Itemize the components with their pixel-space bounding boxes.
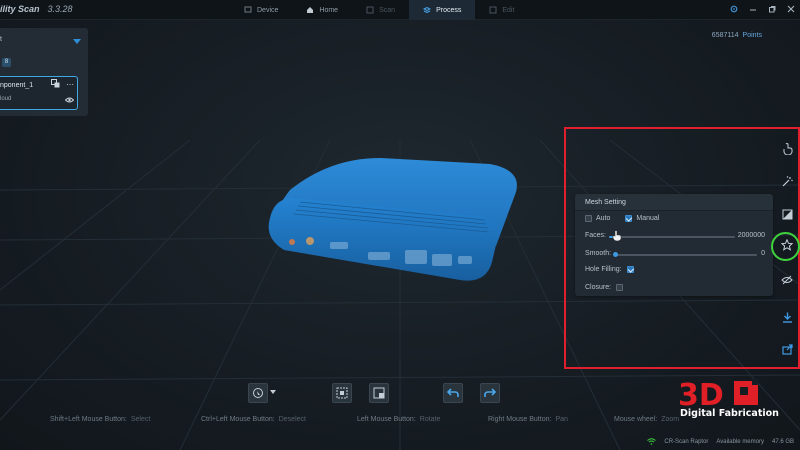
settings-icon[interactable]	[729, 4, 739, 14]
tab-label: Process	[436, 6, 462, 14]
edit-icon	[489, 6, 497, 14]
hint-key: Left Mouse Button:	[357, 416, 416, 423]
memory-label: Available memory	[716, 438, 764, 445]
more-icon[interactable]: ⋯	[66, 80, 74, 89]
tab-label: Device	[257, 6, 279, 14]
tab-edit[interactable]: Edit	[475, 0, 528, 20]
tab-process[interactable]: Process	[409, 0, 476, 20]
redo-icon	[484, 388, 496, 397]
undo-icon	[447, 388, 459, 397]
tab-label: Scan	[379, 6, 396, 14]
device-icon	[244, 6, 252, 13]
status-info: CR-Scan Raptor Available memory 47.6 GB	[647, 438, 794, 445]
window-controls	[729, 4, 796, 14]
deselect-area-button[interactable]	[369, 383, 389, 403]
chevron-down-icon[interactable]	[270, 390, 276, 394]
hint-select: Shift+Left Mouse Button: Select	[50, 416, 150, 423]
brand-watermark: 3D Digital Fabrication	[676, 375, 786, 419]
hint-deselect: Ctrl+Left Mouse Button: Deselect	[201, 416, 306, 423]
chevron-down-icon	[73, 39, 81, 44]
tab-scan[interactable]: Scan	[352, 0, 409, 20]
app-title: ility Scan 3.3.28	[0, 4, 73, 14]
title-bar: ility Scan 3.3.28 Device Home Scan Proces…	[0, 0, 800, 20]
brand-logo: 3D Digital Fabrication	[678, 378, 779, 419]
maximize-icon[interactable]	[767, 4, 777, 14]
home-icon	[307, 7, 314, 13]
tab-device[interactable]: Device	[230, 0, 292, 20]
component-name: nponent_1	[0, 82, 34, 89]
points-label: Points	[742, 32, 762, 39]
brand-subtitle: Digital Fabrication	[680, 408, 779, 419]
scan-icon	[366, 6, 374, 14]
process-icon	[423, 6, 432, 14]
hint-action: Deselect	[278, 416, 306, 423]
hint-key: Right Mouse Button:	[488, 416, 552, 423]
hint-key: Mouse wheel:	[614, 416, 658, 423]
tab-home[interactable]: Home	[292, 0, 352, 20]
minimize-icon[interactable]	[748, 4, 758, 14]
main-tabs: Device Home Scan Process Edit	[230, 0, 528, 20]
select-area-button[interactable]	[332, 383, 352, 403]
merge-icon[interactable]	[51, 79, 60, 90]
deselect-area-icon	[373, 387, 385, 399]
points-value: 6587114	[711, 32, 739, 39]
component-type: loud	[0, 96, 12, 102]
select-mode-button[interactable]	[248, 383, 268, 403]
select-area-icon	[336, 387, 348, 399]
hint-rotate: Left Mouse Button: Rotate	[357, 416, 440, 423]
component-tag[interactable]: 8	[2, 58, 11, 67]
hint-action: Pan	[555, 416, 568, 423]
wifi-icon	[647, 438, 657, 445]
hint-key: Shift+Left Mouse Button:	[50, 416, 127, 423]
hint-zoom: Mouse wheel: Zoom	[614, 416, 679, 423]
device-name: CR-Scan Raptor	[664, 438, 709, 445]
component-item[interactable]: nponent_1 loud ⋯	[0, 76, 78, 110]
hint-action: Select	[130, 416, 151, 423]
component-select[interactable]: t	[0, 36, 84, 48]
redo-button[interactable]	[480, 383, 500, 403]
select-mode-icon	[253, 388, 263, 398]
scanned-model	[268, 158, 517, 281]
component-select-value: t	[0, 36, 2, 43]
hint-key: Ctrl+Left Mouse Button:	[201, 416, 275, 423]
eye-icon[interactable]	[64, 95, 75, 105]
app-name: ility Scan	[0, 4, 40, 14]
memory-value: 47.6 GB	[771, 438, 794, 445]
status-bar: CR-Scan Raptor Available memory 47.6 GB	[0, 436, 800, 450]
tab-label: Home	[319, 6, 339, 14]
app-version: 3.3.28	[47, 4, 73, 14]
hint-action: Rotate	[419, 416, 441, 423]
tab-label: Edit	[502, 6, 515, 14]
component-panel: t 8 nponent_1 loud ⋯	[0, 28, 88, 116]
hint-pan: Right Mouse Button: Pan	[488, 416, 568, 423]
highlight-box-red	[564, 127, 800, 369]
undo-button[interactable]	[443, 383, 463, 403]
close-icon[interactable]	[786, 4, 796, 14]
highlight-circle-green	[771, 232, 800, 261]
points-readout: 6587114 Points	[712, 32, 762, 39]
